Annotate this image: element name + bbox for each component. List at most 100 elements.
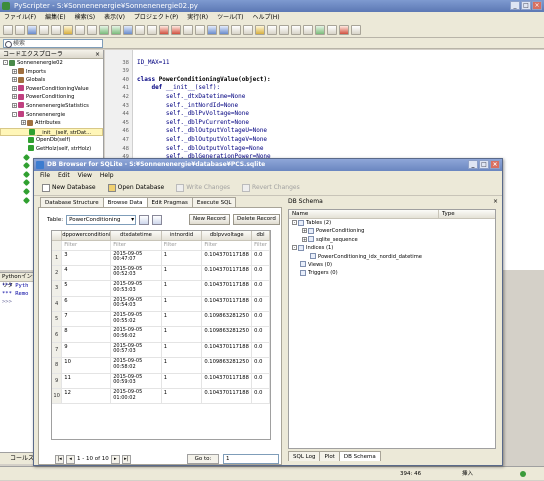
cell-dbl[interactable]: 0.0 [251, 280, 270, 297]
cell-pvvoltage[interactable]: 0.104370117188 [201, 250, 253, 266]
table-row[interactable]: 7 9 2015-09-05 00:57:03 1 0.104370117188 0.0 [52, 342, 270, 359]
cell-id[interactable]: 10 [61, 357, 112, 374]
cell-pvvoltage[interactable]: 0.104370117188 [201, 373, 253, 390]
schema-tree[interactable]: Name Type - Tables (2) + PowerConditioning +… [288, 209, 496, 449]
cell-id[interactable]: 11 [61, 373, 112, 390]
cell-datetime[interactable]: 2015-09-05 00:55:02 [110, 311, 162, 328]
schema-item[interactable]: Triggers (0) [289, 269, 495, 277]
table-row[interactable]: 4 6 2015-09-05 00:54:03 1 0.104370117188 0.0 [52, 296, 270, 313]
code-line[interactable]: self._dblOutputVoltage=None [137, 145, 271, 154]
next-page-icon[interactable]: ▸ [110, 454, 120, 464]
schema-item[interactable]: - Indices (1) [289, 244, 495, 252]
goto-button[interactable]: Go to: [187, 454, 219, 464]
db-menu-item[interactable]: File [40, 171, 50, 180]
explorer-item[interactable]: - Sonnenenergie [0, 111, 103, 120]
cell-dbl[interactable]: 0.0 [251, 311, 270, 328]
menu-item[interactable]: 表示(V) [104, 12, 125, 23]
info-icon[interactable] [351, 25, 361, 35]
filter-input[interactable]: Filter [61, 240, 112, 251]
revert-changes-button[interactable]: Revert Changes [242, 183, 300, 192]
cell-nordid[interactable]: 1 [161, 373, 203, 390]
settings-icon[interactable] [303, 25, 313, 35]
db-menu-item[interactable]: View [78, 171, 92, 180]
expand-icon[interactable]: + [302, 236, 307, 242]
step-over-icon[interactable] [219, 25, 229, 35]
cell-id[interactable]: 7 [61, 311, 112, 328]
column-header[interactable]: dtxdatetime [110, 231, 162, 241]
data-grid[interactable]: dppowerconditioni dtxdatetime intnordid dbl… [51, 230, 271, 440]
cell-dbl[interactable]: 0.0 [251, 265, 270, 282]
cell-pvvoltage[interactable]: 0.104370117188 [201, 280, 253, 297]
explorer-item[interactable]: + SonnenenergieStatistics [0, 102, 103, 111]
explorer-item[interactable]: __init__(self, strDat... [0, 127, 103, 137]
db-menu-item[interactable]: Edit [58, 171, 70, 180]
schema-tab[interactable]: SQL Log [288, 451, 321, 461]
new-record-button[interactable]: New Record [189, 214, 230, 225]
replace-icon[interactable] [135, 25, 145, 35]
explorer-item[interactable]: OpenDb(self) [0, 136, 103, 145]
explorer-item[interactable]: + PowerConditioningValue [0, 85, 103, 94]
menu-item[interactable]: ファイル(F) [4, 12, 36, 23]
minimize-button[interactable]: _ [510, 1, 520, 10]
cell-nordid[interactable]: 1 [161, 250, 203, 266]
menu-item[interactable]: 編集(E) [45, 12, 65, 23]
close-button[interactable]: × [532, 1, 542, 10]
cell-dbl[interactable]: 0.0 [251, 342, 270, 359]
table-row[interactable]: 1 3 2015-09-05 00:47:07 1 0.104370117188 0.0 [52, 250, 270, 266]
cell-datetime[interactable]: 2015-09-05 00:56:02 [110, 326, 162, 343]
code-line[interactable]: self._intNordId=None [137, 102, 271, 111]
write-changes-button[interactable]: Write Changes [176, 183, 230, 192]
maximize-button[interactable]: □ [521, 1, 531, 10]
save-icon[interactable] [27, 25, 37, 35]
cell-dbl[interactable]: 0.0 [251, 388, 270, 405]
db-maximize-button[interactable]: □ [479, 160, 489, 169]
schema-col-name[interactable]: Name [289, 210, 439, 218]
open-database-button[interactable]: Open Database [107, 183, 164, 192]
explorer-item[interactable]: GetHolz(self, strHolz) [0, 145, 103, 154]
cell-id[interactable]: 12 [61, 388, 112, 405]
code-line[interactable] [137, 50, 271, 59]
expand-icon[interactable]: + [12, 68, 17, 74]
expand-icon[interactable]: + [12, 77, 17, 83]
table-row[interactable]: 9 11 2015-09-05 00:59:03 1 0.104370117188 0.0 [52, 373, 270, 390]
step-out-icon[interactable] [231, 25, 241, 35]
schema-item[interactable]: - Tables (2) [289, 219, 495, 227]
expand-icon[interactable]: + [12, 94, 17, 100]
step-into-icon[interactable] [207, 25, 217, 35]
table-row[interactable]: 2 4 2015-09-05 00:52:03 1 0.104370117188 0.0 [52, 265, 270, 282]
zoom-out-icon[interactable] [291, 25, 301, 35]
cell-datetime[interactable]: 2015-09-05 00:57:03 [110, 342, 162, 359]
schema-item[interactable]: PowerConditioning_idx_nordid_datetime [289, 253, 495, 261]
schema-item[interactable]: + sqlite_sequence [289, 236, 495, 244]
schema-col-type[interactable]: Type [439, 210, 455, 218]
db-minimize-button[interactable]: _ [468, 160, 478, 169]
filter-input[interactable]: Filter [201, 240, 253, 251]
expand-icon[interactable]: + [12, 102, 17, 108]
code-line[interactable]: self._dblOutputVoltageV=None [137, 136, 271, 145]
expand-icon[interactable]: + [21, 120, 26, 126]
search-input[interactable]: 検索 [3, 39, 103, 48]
schema-item[interactable]: + PowerConditioning [289, 227, 495, 235]
cell-pvvoltage[interactable]: 0.109863281250 [201, 311, 253, 328]
code-line[interactable]: ID_MAX=11 [137, 59, 271, 68]
toggle-comment-icon[interactable] [243, 25, 253, 35]
goto-input[interactable]: 1 [223, 454, 279, 464]
code-line[interactable]: self._dblPvVoltage=None [137, 110, 271, 119]
explorer-item[interactable]: + Imports [0, 68, 103, 77]
explorer-item[interactable]: - Sonnenenergie02 [0, 59, 103, 68]
filter-input[interactable]: Filter [161, 240, 203, 251]
goto-icon[interactable] [147, 25, 157, 35]
column-header[interactable]: dbl [251, 231, 270, 241]
cell-pvvoltage[interactable]: 0.104370117188 [201, 388, 253, 405]
cell-id[interactable]: 4 [61, 265, 112, 282]
schema-tab[interactable]: DB Schema [338, 451, 381, 461]
cell-id[interactable]: 6 [61, 296, 112, 313]
save-all-icon[interactable] [39, 25, 49, 35]
filter-input[interactable]: Filter [110, 240, 162, 251]
menu-item[interactable]: プロジェクト(P) [134, 12, 178, 23]
code-line[interactable]: class PowerConditioningValue(object): [137, 76, 271, 85]
table-row[interactable]: 5 7 2015-09-05 00:55:02 1 0.109863281250 0.0 [52, 311, 270, 328]
menu-item[interactable]: 検索(S) [75, 12, 96, 23]
table-row[interactable]: 3 5 2015-09-05 00:53:03 1 0.104370117188 0.0 [52, 280, 270, 297]
expand-icon[interactable]: + [12, 85, 17, 91]
